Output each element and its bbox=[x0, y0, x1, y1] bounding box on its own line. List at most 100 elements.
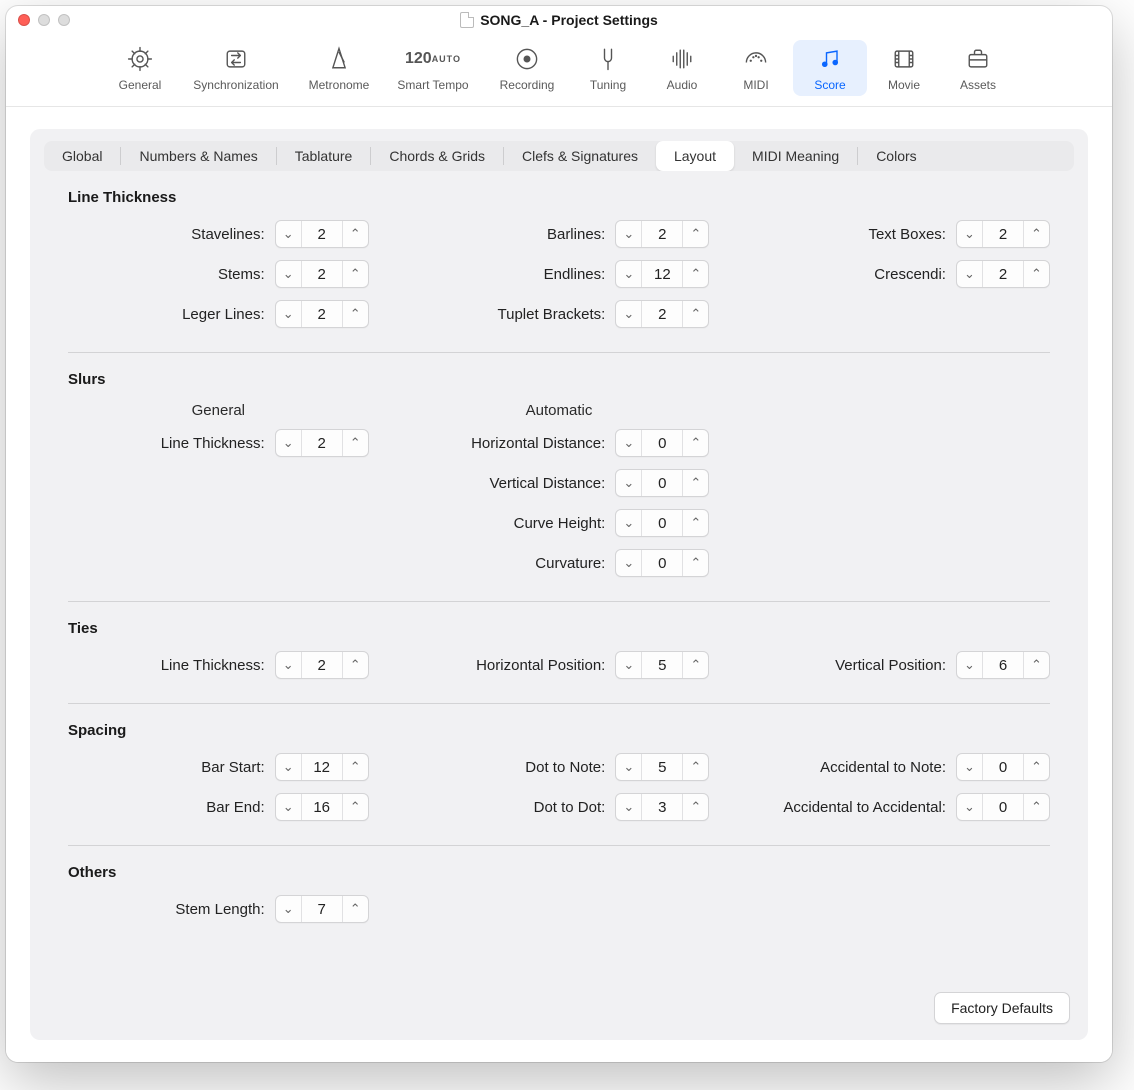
stepper-bar-end[interactable]: ⌄ 16 ⌃ bbox=[275, 793, 369, 821]
subtab-tablature[interactable]: Tablature bbox=[277, 141, 371, 171]
chevron-up-icon[interactable]: ⌃ bbox=[1023, 754, 1049, 780]
stepper-accidental-to-accidental[interactable]: ⌄ 0 ⌃ bbox=[956, 793, 1050, 821]
chevron-up-icon[interactable]: ⌃ bbox=[342, 261, 368, 287]
subtab-layout[interactable]: Layout bbox=[656, 141, 734, 171]
stepper-bar-start[interactable]: ⌄ 12 ⌃ bbox=[275, 753, 369, 781]
chevron-down-icon[interactable]: ⌄ bbox=[616, 430, 642, 456]
chevron-up-icon[interactable]: ⌃ bbox=[682, 794, 708, 820]
chevron-up-icon[interactable]: ⌃ bbox=[342, 301, 368, 327]
film-icon bbox=[887, 44, 921, 74]
chevron-up-icon[interactable]: ⌃ bbox=[682, 754, 708, 780]
chevron-down-icon[interactable]: ⌄ bbox=[616, 794, 642, 820]
label-curvature: Curvature: bbox=[409, 555, 606, 572]
subtab-clefs-signatures[interactable]: Clefs & Signatures bbox=[504, 141, 656, 171]
stepper-horizontal-distance[interactable]: ⌄ 0 ⌃ bbox=[615, 429, 709, 457]
label-tuplet-brackets: Tuplet Brackets: bbox=[409, 306, 606, 323]
chevron-down-icon[interactable]: ⌄ bbox=[276, 301, 302, 327]
subtab-midi-meaning[interactable]: MIDI Meaning bbox=[734, 141, 857, 171]
chevron-up-icon[interactable]: ⌃ bbox=[682, 261, 708, 287]
toolbar-general[interactable]: General bbox=[103, 40, 177, 96]
stepper-tie-line-thickness[interactable]: ⌄ 2 ⌃ bbox=[275, 651, 369, 679]
stepper-crescendi[interactable]: ⌄ 2 ⌃ bbox=[956, 260, 1050, 288]
chevron-down-icon[interactable]: ⌄ bbox=[616, 550, 642, 576]
close-window-button[interactable] bbox=[18, 14, 30, 26]
toolbar-movie[interactable]: Movie bbox=[867, 40, 941, 96]
subtab-chords-grids[interactable]: Chords & Grids bbox=[371, 141, 503, 171]
stepper-dot-to-dot[interactable]: ⌄ 3 ⌃ bbox=[615, 793, 709, 821]
chevron-down-icon[interactable]: ⌄ bbox=[276, 430, 302, 456]
chevron-up-icon[interactable]: ⌃ bbox=[1023, 261, 1049, 287]
stepper-tuplet-brackets[interactable]: ⌄ 2 ⌃ bbox=[615, 300, 709, 328]
chevron-down-icon[interactable]: ⌄ bbox=[276, 794, 302, 820]
chevron-down-icon[interactable]: ⌄ bbox=[957, 652, 983, 678]
stepper-stems[interactable]: ⌄ 2 ⌃ bbox=[275, 260, 369, 288]
stepper-barlines[interactable]: ⌄ 2 ⌃ bbox=[615, 220, 709, 248]
chevron-up-icon[interactable]: ⌃ bbox=[342, 754, 368, 780]
chevron-up-icon[interactable]: ⌃ bbox=[682, 221, 708, 247]
stepper-leger-lines[interactable]: ⌄ 2 ⌃ bbox=[275, 300, 369, 328]
chevron-down-icon[interactable]: ⌄ bbox=[276, 261, 302, 287]
stepper-curve-height[interactable]: ⌄ 0 ⌃ bbox=[615, 509, 709, 537]
stepper-dot-to-note[interactable]: ⌄ 5 ⌃ bbox=[615, 753, 709, 781]
chevron-up-icon[interactable]: ⌃ bbox=[1023, 652, 1049, 678]
label-curve-height: Curve Height: bbox=[409, 515, 606, 532]
chevron-down-icon[interactable]: ⌄ bbox=[276, 221, 302, 247]
stepper-vertical-distance[interactable]: ⌄ 0 ⌃ bbox=[615, 469, 709, 497]
zoom-window-button[interactable] bbox=[58, 14, 70, 26]
toolbar-assets[interactable]: Assets bbox=[941, 40, 1015, 96]
label-tie-line-thickness: Line Thickness: bbox=[68, 657, 265, 674]
minimize-window-button[interactable] bbox=[38, 14, 50, 26]
stepper-curvature[interactable]: ⌄ 0 ⌃ bbox=[615, 549, 709, 577]
project-settings-toolbar: General Synchronization Metronome 120AUT… bbox=[6, 34, 1112, 107]
stepper-endlines[interactable]: ⌄ 12 ⌃ bbox=[615, 260, 709, 288]
toolbar-midi[interactable]: MIDI bbox=[719, 40, 793, 96]
chevron-down-icon[interactable]: ⌄ bbox=[957, 221, 983, 247]
stepper-stavelines[interactable]: ⌄ 2 ⌃ bbox=[275, 220, 369, 248]
toolbar-tuning[interactable]: Tuning bbox=[571, 40, 645, 96]
chevron-up-icon[interactable]: ⌃ bbox=[342, 652, 368, 678]
chevron-up-icon[interactable]: ⌃ bbox=[342, 221, 368, 247]
chevron-down-icon[interactable]: ⌄ bbox=[616, 652, 642, 678]
chevron-up-icon[interactable]: ⌃ bbox=[682, 652, 708, 678]
toolbar-label: Tuning bbox=[590, 78, 626, 92]
chevron-up-icon[interactable]: ⌃ bbox=[342, 794, 368, 820]
chevron-up-icon[interactable]: ⌃ bbox=[682, 301, 708, 327]
chevron-down-icon[interactable]: ⌄ bbox=[616, 221, 642, 247]
subtab-global[interactable]: Global bbox=[44, 141, 120, 171]
chevron-down-icon[interactable]: ⌄ bbox=[616, 510, 642, 536]
chevron-down-icon[interactable]: ⌄ bbox=[957, 261, 983, 287]
chevron-up-icon[interactable]: ⌃ bbox=[682, 510, 708, 536]
chevron-up-icon[interactable]: ⌃ bbox=[1023, 794, 1049, 820]
stepper-stem-length[interactable]: ⌄ 7 ⌃ bbox=[275, 895, 369, 923]
section-title-spacing: Spacing bbox=[68, 722, 1050, 739]
toolbar-smart-tempo[interactable]: 120AUTO Smart Tempo bbox=[383, 40, 483, 96]
chevron-up-icon[interactable]: ⌃ bbox=[342, 430, 368, 456]
chevron-down-icon[interactable]: ⌄ bbox=[616, 754, 642, 780]
chevron-up-icon[interactable]: ⌃ bbox=[682, 470, 708, 496]
stepper-horizontal-position[interactable]: ⌄ 5 ⌃ bbox=[615, 651, 709, 679]
chevron-up-icon[interactable]: ⌃ bbox=[682, 550, 708, 576]
chevron-down-icon[interactable]: ⌄ bbox=[616, 470, 642, 496]
subtab-numbers-names[interactable]: Numbers & Names bbox=[121, 141, 275, 171]
chevron-down-icon[interactable]: ⌄ bbox=[276, 754, 302, 780]
toolbar-synchronization[interactable]: Synchronization bbox=[177, 40, 295, 96]
factory-defaults-button[interactable]: Factory Defaults bbox=[934, 992, 1070, 1024]
stepper-accidental-to-note[interactable]: ⌄ 0 ⌃ bbox=[956, 753, 1050, 781]
chevron-down-icon[interactable]: ⌄ bbox=[276, 896, 302, 922]
toolbar-metronome[interactable]: Metronome bbox=[295, 40, 383, 96]
subtab-colors[interactable]: Colors bbox=[858, 141, 934, 171]
toolbar-audio[interactable]: Audio bbox=[645, 40, 719, 96]
chevron-up-icon[interactable]: ⌃ bbox=[1023, 221, 1049, 247]
chevron-up-icon[interactable]: ⌃ bbox=[342, 896, 368, 922]
toolbar-score[interactable]: Score bbox=[793, 40, 867, 96]
stepper-slur-line-thickness[interactable]: ⌄ 2 ⌃ bbox=[275, 429, 369, 457]
chevron-down-icon[interactable]: ⌄ bbox=[957, 754, 983, 780]
chevron-down-icon[interactable]: ⌄ bbox=[957, 794, 983, 820]
chevron-down-icon[interactable]: ⌄ bbox=[616, 301, 642, 327]
stepper-text-boxes[interactable]: ⌄ 2 ⌃ bbox=[956, 220, 1050, 248]
chevron-down-icon[interactable]: ⌄ bbox=[616, 261, 642, 287]
toolbar-recording[interactable]: Recording bbox=[483, 40, 571, 96]
chevron-down-icon[interactable]: ⌄ bbox=[276, 652, 302, 678]
stepper-vertical-position[interactable]: ⌄ 6 ⌃ bbox=[956, 651, 1050, 679]
chevron-up-icon[interactable]: ⌃ bbox=[682, 430, 708, 456]
